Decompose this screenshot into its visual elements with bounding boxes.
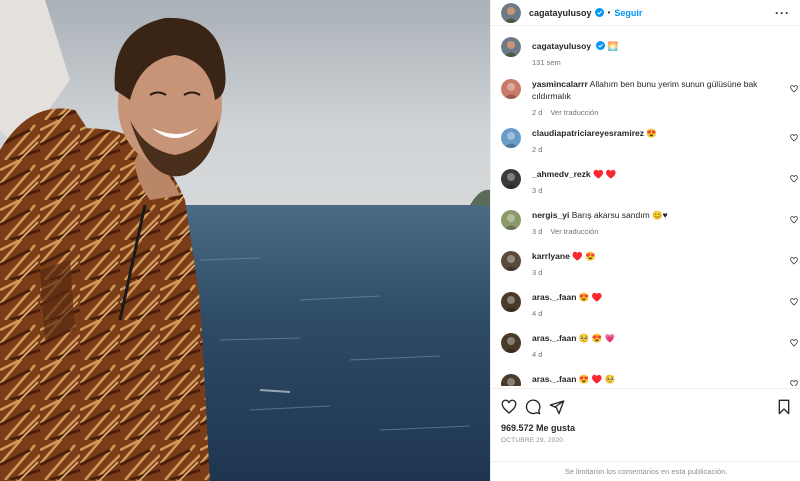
comment-meta: 3 d Ver traducción: [532, 226, 772, 238]
avatar-image: [504, 214, 518, 230]
comment-like-heart-icon[interactable]: [790, 339, 798, 347]
more-options-icon[interactable]: ···: [775, 6, 790, 20]
comment-username[interactable]: _ahmedv_rezk: [532, 169, 591, 179]
comment-meta: 2 d Ver traducción: [532, 107, 772, 119]
comment-username[interactable]: yasmincalarrr: [532, 79, 588, 89]
comment-meta: 3 d: [532, 185, 772, 197]
comment-username[interactable]: aras._.faan: [532, 292, 576, 302]
commenter-avatar[interactable]: [501, 79, 521, 99]
comment-text: ♥️ ♥️: [592, 169, 617, 179]
post-actions: 969.572 Me gusta OCTUBRE 29, 2020: [491, 388, 800, 444]
avatar-image: [504, 173, 518, 189]
avatar-image: [504, 255, 518, 271]
author-username[interactable]: cagatayulusoy: [529, 8, 592, 18]
comments-limited-notice: Se limitaron los comentarios en esta pub…: [491, 461, 800, 481]
comment-like-heart-icon[interactable]: [790, 85, 798, 93]
commenter-avatar[interactable]: [501, 128, 521, 148]
caption-row: cagatayulusoy 🌅 131 sem: [491, 36, 800, 78]
separator-dot: •: [607, 8, 611, 17]
comment-age: 3 d: [532, 268, 543, 277]
post-header: cagatayulusoy • Seguir ···: [491, 0, 800, 26]
avatar-image: [504, 132, 518, 148]
comment-username[interactable]: nergis_yi: [532, 210, 569, 220]
commenter-avatar[interactable]: [501, 210, 521, 230]
comment-like-heart-icon[interactable]: [790, 380, 798, 386]
follow-button[interactable]: Seguir: [614, 8, 642, 18]
bookmark-icon[interactable]: [777, 399, 791, 415]
comment-text: Barış akarsu sandım 😊♥: [571, 210, 668, 220]
verified-badge-icon: [594, 8, 604, 17]
comment-username[interactable]: claudiapatriciareyesramirez: [532, 128, 644, 138]
avatar-image: [504, 337, 518, 353]
comment-icon[interactable]: [525, 399, 541, 415]
comment-row: aras._.faan 😍 ♥️ 🥺: [491, 373, 800, 386]
post-date: OCTUBRE 29, 2020: [501, 437, 564, 444]
comment-text: 😍 ♥️: [578, 292, 603, 302]
comment-row: aras._.faan 😍 ♥️ 4 d: [491, 291, 800, 332]
comment-username[interactable]: karrlyane: [532, 251, 570, 261]
avatar-image: [501, 2, 521, 23]
comment-row: karrlyane ♥️ 😍 3 d: [491, 250, 800, 291]
comment-text: 😍 ♥️ 🥺: [578, 374, 616, 384]
avatar-image: [504, 296, 518, 312]
commenter-avatar[interactable]: [501, 251, 521, 271]
post-photo[interactable]: [0, 0, 490, 481]
share-icon[interactable]: [549, 399, 565, 415]
comment-like-heart-icon[interactable]: [790, 298, 798, 306]
comment-row: nergis_yi Barış akarsu sandım 😊♥ 3 d Ver t…: [491, 209, 800, 250]
comment-like-heart-icon[interactable]: [790, 216, 798, 224]
caption-text: 🌅: [607, 41, 619, 51]
comment-row: yasmincalarrr Allahım ben bunu yerim sun…: [491, 78, 800, 127]
likes-count[interactable]: 969.572 Me gusta: [501, 423, 791, 433]
comment-row: claudiapatriciareyesramirez 😍 2 d: [491, 127, 800, 168]
comment-like-heart-icon[interactable]: [790, 175, 798, 183]
comment-meta: 2 d: [532, 144, 772, 156]
comment-like-heart-icon[interactable]: [790, 134, 798, 142]
comment-meta: 4 d: [532, 349, 772, 361]
comment-meta: 4 d: [532, 308, 772, 320]
post-panel: cagatayulusoy • Seguir ··· cagatayulusoy…: [490, 0, 800, 481]
comment-age: 2 d: [532, 145, 543, 154]
comment-age: 3 d: [532, 186, 543, 195]
avatar-image: [501, 37, 521, 57]
commenter-avatar[interactable]: [501, 169, 521, 189]
comment-text: 🥺 😍 💗: [578, 333, 616, 343]
comment-age: 2 d: [532, 108, 543, 117]
comment-row: aras._.faan 🥺 😍 💗 4 d: [491, 332, 800, 373]
avatar-image: [507, 378, 515, 386]
commenter-avatar[interactable]: [501, 333, 521, 353]
comment-meta: 3 d: [532, 267, 772, 279]
comment-age: 4 d: [532, 350, 543, 359]
verified-badge-icon: [596, 41, 606, 50]
comment-row: _ahmedv_rezk ♥️ ♥️ 3 d: [491, 168, 800, 209]
commenter-avatar[interactable]: [501, 292, 521, 312]
like-heart-icon[interactable]: [501, 399, 517, 415]
comment-age: 3 d: [532, 227, 543, 236]
comment-age: 4 d: [532, 309, 543, 318]
avatar-image: [504, 83, 518, 99]
photo-image: [0, 0, 490, 481]
comment-text: 😍: [646, 128, 657, 138]
comment-username[interactable]: aras._.faan: [532, 374, 576, 384]
caption-time: 131 sem: [532, 58, 561, 67]
author-avatar-small[interactable]: [501, 37, 521, 57]
translate-link[interactable]: Ver traducción: [550, 108, 598, 117]
comment-like-heart-icon[interactable]: [790, 257, 798, 265]
caption-username[interactable]: cagatayulusoy: [532, 41, 591, 51]
commenter-avatar[interactable]: [501, 374, 521, 386]
author-avatar[interactable]: [501, 2, 521, 23]
comment-text: ♥️ 😍: [572, 251, 596, 261]
comment-username[interactable]: aras._.faan: [532, 333, 576, 343]
comments-list[interactable]: cagatayulusoy 🌅 131 sem yasmincalarrr Al…: [491, 36, 800, 386]
translate-link[interactable]: Ver traducción: [550, 227, 598, 236]
